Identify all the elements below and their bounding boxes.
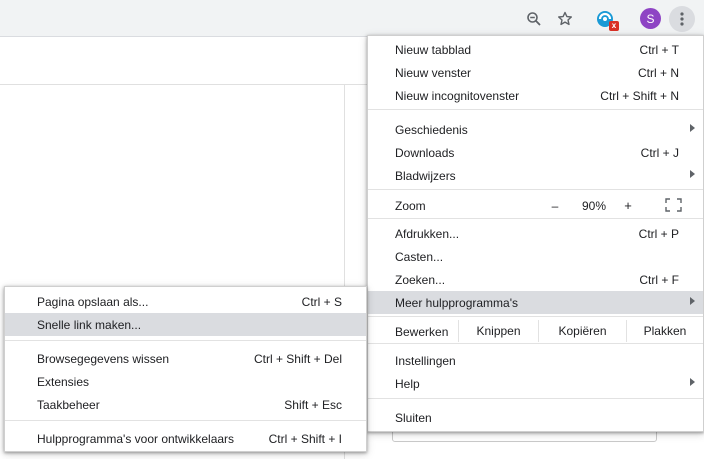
edit-label: Bewerken [368,320,458,343]
menu-item-print[interactable]: Afdrukken... Ctrl + P [368,222,703,245]
menu-separator [5,420,366,421]
menu-item-label: Geschiedenis [395,122,468,137]
menu-item-label: Nieuw tabblad [395,42,472,57]
menu-item-label: Help [395,376,420,391]
menu-item-shortcut: Ctrl + F [639,272,679,287]
menu-item-edit: Bewerken Knippen Kopiëren Plakken [368,320,703,342]
menu-item-label: Snelle link maken... [37,317,142,332]
menu-item-label: Sluiten [395,410,432,425]
menu-item-history[interactable]: Geschiedenis [368,118,703,141]
chevron-right-icon [690,170,695,178]
menu-item-downloads[interactable]: Downloads Ctrl + J [368,141,703,164]
zoom-icon[interactable] [521,6,547,32]
menu-item-label: Zoom [395,198,426,213]
menu-item-exit[interactable]: Sluiten [368,406,703,429]
menu-separator [5,340,366,341]
menu-item-shortcut: Shift + Esc [284,397,342,412]
menu-item-label: Bewerken [395,324,449,339]
cut-button[interactable]: Knippen [458,320,538,342]
menu-item-shortcut: Ctrl + P [638,226,679,241]
avatar[interactable]: S [640,8,661,29]
menu-item-shortcut: Ctrl + Shift + N [600,88,679,103]
page-divider [0,84,370,85]
chrome-main-menu: Nieuw tabblad Ctrl + T Nieuw venster Ctr… [367,35,704,432]
submenu-item-save-page[interactable]: Pagina opslaan als... Ctrl + S [5,290,366,313]
menu-separator [368,398,703,399]
extension-badge: x [609,21,619,31]
menu-item-new-window[interactable]: Nieuw venster Ctrl + N [368,61,703,84]
menu-item-new-incognito[interactable]: Nieuw incognitovenster Ctrl + Shift + N [368,84,703,107]
menu-item-settings[interactable]: Instellingen [368,349,703,372]
menu-item-label: Hulpprogramma's voor ontwikkelaars [37,431,235,446]
fullscreen-icon[interactable] [665,198,682,212]
menu-item-label: Nieuw venster [395,65,472,80]
copy-button[interactable]: Kopiëren [538,320,626,342]
submenu-item-clear-data[interactable]: Browsegegevens wissen Ctrl + Shift + Del [5,347,366,370]
menu-separator [368,343,703,344]
zoom-out-button[interactable]: – [544,194,566,217]
menu-item-cast[interactable]: Casten... [368,245,703,268]
menu-item-label: Browsegegevens wissen [37,351,170,366]
menu-separator [368,218,703,219]
chevron-right-icon [690,124,695,132]
bookmark-star-icon[interactable] [552,6,578,32]
menu-item-label: Meer hulpprogramma's [395,295,519,310]
menu-item-shortcut: Ctrl + N [637,65,679,80]
paste-button[interactable]: Plakken [626,320,703,342]
menu-item-help[interactable]: Help [368,372,703,395]
submenu-item-dev-tools[interactable]: Hulpprogramma's voor ontwikkelaars Ctrl … [5,427,366,450]
menu-item-more-tools[interactable]: Meer hulpprogramma's [368,291,703,314]
submenu-item-create-shortcut[interactable]: Snelle link maken... [5,313,366,336]
menu-item-label: Zoeken... [395,272,446,287]
menu-separator [368,316,703,317]
menu-item-shortcut: Ctrl + T [639,42,679,57]
menu-item-label: Extensies [37,374,90,389]
more-tools-submenu: Pagina opslaan als... Ctrl + S Snelle li… [4,286,367,452]
menu-item-bookmarks[interactable]: Bladwijzers [368,164,703,187]
menu-item-shortcut: Ctrl + S [301,294,342,309]
zoom-in-button[interactable]: + [617,194,639,217]
menu-item-label: Downloads [395,145,455,160]
menu-separator [368,189,703,190]
menu-item-label: Instellingen [395,353,456,368]
submenu-item-extensions[interactable]: Extensies [5,370,366,393]
menu-item-new-tab[interactable]: Nieuw tabblad Ctrl + T [368,38,703,61]
zoom-value: 90% [581,198,607,213]
menu-item-zoom: Zoom – 90% + [368,194,703,217]
menu-item-label: Bladwijzers [395,168,456,183]
menu-item-label: Afdrukken... [395,226,460,241]
menu-item-find[interactable]: Zoeken... Ctrl + F [368,268,703,291]
submenu-item-task-manager[interactable]: Taakbeheer Shift + Esc [5,393,366,416]
chevron-right-icon [690,297,695,305]
menu-item-label: Nieuw incognitovenster [395,88,520,103]
menu-item-label: Casten... [395,249,444,264]
more-vert-icon[interactable] [669,6,695,32]
menu-item-label: Pagina opslaan als... [37,294,149,309]
menu-item-shortcut: Ctrl + J [640,145,679,160]
menu-separator [368,109,703,110]
chevron-right-icon [690,378,695,386]
menu-item-shortcut: Ctrl + Shift + I [268,431,342,446]
menu-item-label: Taakbeheer [37,397,100,412]
menu-item-shortcut: Ctrl + Shift + Del [253,351,342,366]
browser-toolbar: x S [0,0,704,37]
